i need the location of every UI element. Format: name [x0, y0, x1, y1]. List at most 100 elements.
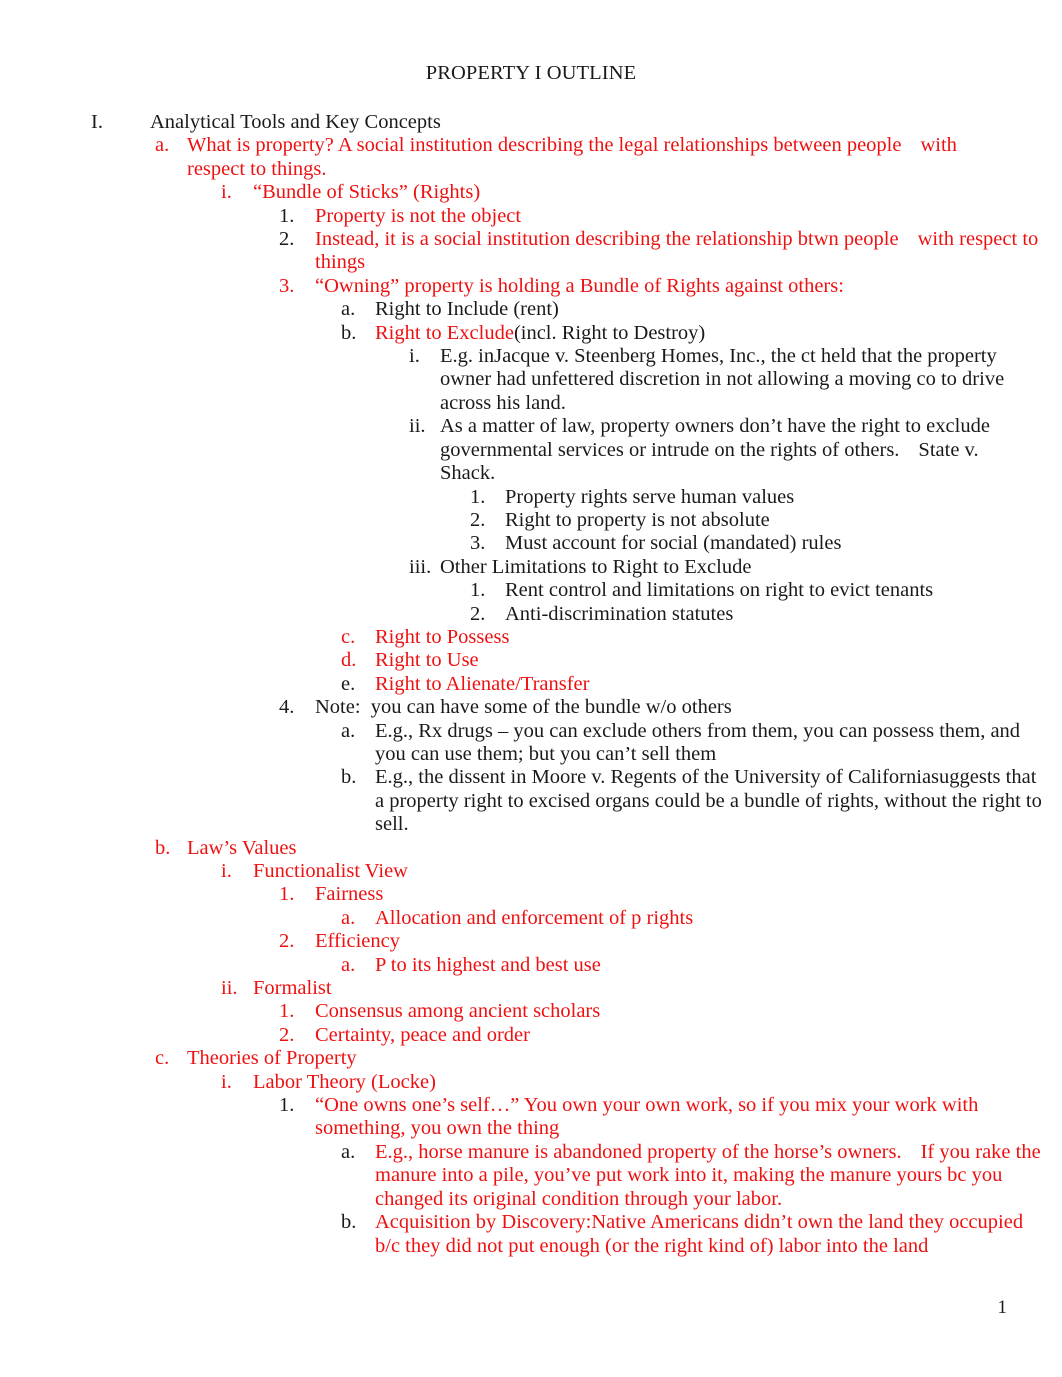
list-marker: 4.: [279, 696, 295, 719]
list-marker: e.: [341, 672, 356, 695]
list-marker: a.: [341, 906, 356, 929]
outline-item-text: Labor Theory (Locke): [253, 1070, 436, 1093]
list-marker: 2.: [279, 228, 295, 251]
outline-item-acquisition-discovery: b. Acquisition by Discovery:Native Ameri…: [341, 1211, 1062, 1258]
list-marker: I.: [91, 111, 103, 133]
outline-item-right-to-possess: c. Right to Possess: [341, 626, 1062, 649]
outline-item-text: Consensus among ancient scholars: [315, 1000, 601, 1023]
text-segment-black: (incl. Right to Destroy): [513, 321, 706, 344]
outline-item-text: Property rights serve human values: [505, 485, 795, 508]
outline-item-theories-of-property: c. Theories of Property: [155, 1047, 1062, 1070]
list-marker: 2.: [279, 930, 295, 953]
outline-item-moore-regents: b. E.g., the dissent in Moore v. Regents…: [341, 766, 1062, 836]
document-page: PROPERTY I OUTLINE I. Analytical Tools a…: [0, 0, 1062, 1377]
list-marker: a.: [341, 1140, 356, 1163]
list-marker: i.: [221, 860, 232, 882]
list-marker: ii.: [409, 415, 426, 438]
outline-body: I. Analytical Tools and Key Concepts a. …: [0, 85, 1062, 1258]
outline-item-text: Right to Use: [375, 649, 479, 672]
outline-item-state-v-shack: ii. As a matter of law, property owners …: [409, 415, 1062, 485]
list-marker: 1.: [279, 1000, 295, 1023]
outline-item-property-not-object: 1. Property is not the object: [279, 205, 1062, 228]
outline-item-right-to-alienate: e. Right to Alienate/Transfer: [341, 673, 1062, 696]
outline-item-note-bundle: 4. Note: you can have some of the bundle…: [279, 696, 1062, 719]
list-marker: iii.: [409, 555, 432, 578]
outline-item-text: Must account for social (mandated) rules: [505, 532, 842, 555]
text-segment-red: Right to Exclude: [375, 321, 514, 344]
outline-item-text: Right to Exclude(incl. Right to Destroy): [375, 322, 1062, 345]
list-marker: i.: [221, 1070, 232, 1093]
outline-item-text: Note: you can have some of the bundle w/…: [315, 696, 732, 719]
outline-item-text: Property is not the object: [315, 204, 522, 227]
list-marker: 1.: [279, 1094, 295, 1117]
outline-item-i: I. Analytical Tools and Key Concepts: [91, 111, 1062, 134]
list-marker: a.: [341, 298, 356, 321]
list-marker: 2.: [470, 508, 486, 531]
outline-item-owning-property: 3. “Owning” property is holding a Bundle…: [279, 275, 1062, 298]
outline-item-text: “Bundle of Sticks” (Rights): [253, 181, 481, 204]
outline-item-text: Analytical Tools and Key Concepts: [150, 111, 441, 133]
list-marker: b.: [155, 836, 171, 859]
outline-item-certainty: 2. Certainty, peace and order: [279, 1024, 1062, 1047]
outline-item-text: Functionalist View: [253, 860, 408, 882]
outline-item-not-absolute: 2. Right to property is not absolute: [470, 509, 1062, 532]
outline-item-rent-control: 1. Rent control and limitations on right…: [470, 579, 1062, 602]
outline-item-text: Right to property is not absolute: [505, 508, 770, 531]
outline-item-functionalist-view: i. Functionalist View: [221, 860, 1062, 883]
list-marker: d.: [341, 649, 357, 672]
outline-item-social-rules: 3. Must account for social (mandated) ru…: [470, 532, 1062, 555]
list-marker: b.: [341, 766, 357, 789]
outline-item-anti-discrimination: 2. Anti-discrimination statutes: [470, 603, 1062, 626]
list-marker: a.: [341, 719, 356, 742]
outline-item-consensus: 1. Consensus among ancient scholars: [279, 1000, 1062, 1023]
outline-item-text: E.g., horse manure is abandoned property…: [375, 1141, 1047, 1211]
outline-item-text: Formalist: [253, 977, 332, 1000]
outline-item-text: Allocation and enforcement of p rights: [375, 906, 694, 929]
text-segment-1: Instead, it is a social institution desc…: [315, 228, 899, 251]
outline-item-horse-manure: a. E.g., horse manure is abandoned prope…: [341, 1141, 1062, 1211]
list-marker: i.: [221, 181, 232, 204]
outline-item-text: E.g., Rx drugs – you can exclude others …: [375, 719, 1026, 765]
outline-item-labor-theory: i. Labor Theory (Locke): [221, 1071, 1062, 1094]
list-marker: 1.: [470, 485, 486, 508]
outline-item-text: “One owns one’s self…” You own your own …: [315, 1094, 984, 1140]
list-marker: c.: [155, 1047, 170, 1070]
list-marker: 2.: [279, 1023, 295, 1046]
outline-item-text: Rent control and limitations on right to…: [505, 579, 934, 602]
outline-item-text: Theories of Property: [187, 1047, 357, 1070]
text-segment-1: E.g., horse manure is abandoned property…: [375, 1140, 902, 1163]
outline-item-what-is-property: a. What is property? A social institutio…: [155, 134, 1062, 181]
text-segment-1: What is property? A social institution d…: [187, 134, 902, 157]
outline-item-text: What is property? A social institution d…: [187, 134, 983, 181]
outline-item-one-owns-self: 1. “One owns one’s self…” You own your o…: [279, 1094, 1062, 1141]
outline-item-allocation: a. Allocation and enforcement of p right…: [341, 907, 1062, 930]
page-number: 1: [997, 1297, 1008, 1318]
list-marker: c.: [341, 625, 356, 648]
outline-item-jacque-case: i. E.g. inJacque v. Steenberg Homes, Inc…: [409, 345, 1062, 415]
outline-item-text: E.g. inJacque v. Steenberg Homes, Inc., …: [440, 345, 1010, 414]
outline-item-text: Right to Possess: [375, 625, 510, 648]
outline-item-rx-drugs: a. E.g., Rx drugs – you can exclude othe…: [341, 720, 1062, 767]
outline-item-text: P to its highest and best use: [375, 953, 601, 976]
outline-item-text: Right to Alienate/Transfer: [375, 672, 590, 695]
outline-item-text: Instead, it is a social institution desc…: [315, 228, 1043, 275]
outline-item-fairness: 1. Fairness: [279, 883, 1062, 906]
outline-item-text: Law’s Values: [187, 836, 297, 859]
list-marker: i.: [409, 345, 420, 368]
list-marker: a.: [341, 953, 356, 976]
list-marker: a.: [155, 134, 170, 157]
outline-item-bundle-of-sticks: i. “Bundle of Sticks” (Rights): [221, 181, 1062, 204]
outline-item-formalist: ii. Formalist: [221, 977, 1062, 1000]
list-marker: ii.: [221, 977, 238, 1000]
outline-item-other-limitations: iii. Other Limitations to Right to Exclu…: [409, 556, 1062, 579]
list-marker: b.: [341, 321, 357, 344]
outline-item-right-to-exclude: b. Right to Exclude(incl. Right to Destr…: [341, 322, 1062, 345]
outline-item-text: Fairness: [315, 883, 384, 906]
list-marker: 2.: [470, 602, 486, 625]
list-marker: 3.: [279, 274, 295, 297]
outline-item-text: As a matter of law, property owners don’…: [440, 415, 1008, 485]
outline-item-text: “Owning” property is holding a Bundle of…: [315, 274, 844, 297]
text-segment-1: As a matter of law, property owners don’…: [440, 415, 996, 461]
outline-item-text: Anti-discrimination statutes: [505, 602, 734, 625]
outline-item-text: Right to Include (rent): [375, 298, 559, 321]
